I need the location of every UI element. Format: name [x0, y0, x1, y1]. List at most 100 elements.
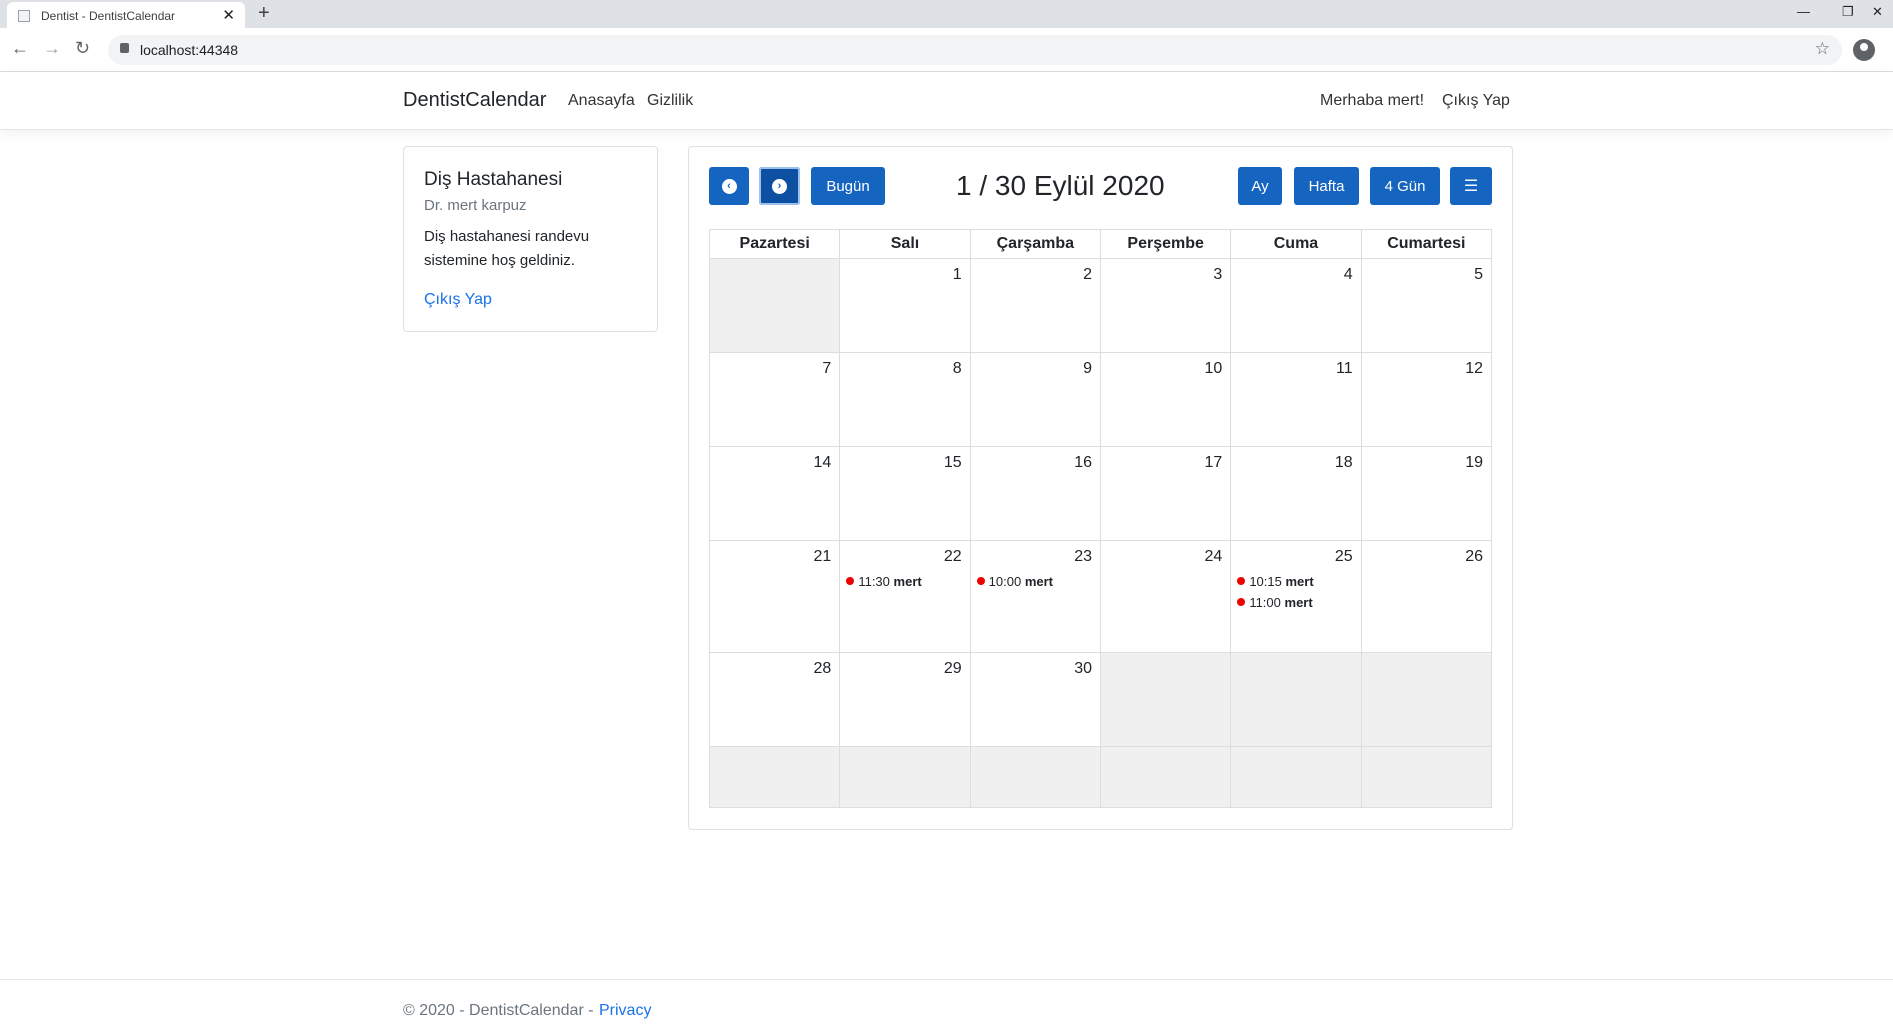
- window-close-icon[interactable]: ✕: [1872, 4, 1883, 20]
- day-cell[interactable]: [708, 258, 841, 353]
- today-button[interactable]: Bugün: [811, 167, 885, 205]
- day-cell[interactable]: [1230, 746, 1362, 808]
- doctor-name: Dr. mert karpuz: [424, 197, 527, 214]
- nav-link-gizlilik[interactable]: Gizlilik: [647, 92, 693, 110]
- greeting-link[interactable]: Merhaba mert!: [1320, 92, 1424, 110]
- day-number[interactable]: 30: [1074, 660, 1092, 678]
- day-cell[interactable]: [708, 746, 841, 808]
- address-bar[interactable]: localhost:44348 ☆: [108, 35, 1842, 65]
- welcome-text: Diş hastahanesi randevu sistemine hoş ge…: [424, 228, 590, 269]
- day-number[interactable]: 14: [814, 454, 832, 472]
- day-cell[interactable]: 21: [708, 540, 841, 653]
- day-cell[interactable]: 11: [1230, 352, 1362, 447]
- day-cell[interactable]: 4: [1230, 258, 1362, 353]
- day-cell[interactable]: 24: [1099, 540, 1232, 653]
- restore-icon[interactable]: ❐: [1842, 4, 1854, 20]
- day-cell[interactable]: 28: [708, 652, 841, 747]
- day-cell[interactable]: [1099, 652, 1232, 747]
- minimize-icon[interactable]: —: [1797, 4, 1810, 19]
- day-cell[interactable]: 17: [1099, 446, 1232, 541]
- day-number[interactable]: 9: [1083, 360, 1092, 378]
- privacy-link[interactable]: Privacy: [599, 1002, 651, 1020]
- day-number[interactable]: 4: [1344, 266, 1353, 284]
- day-cell[interactable]: 30: [969, 652, 1101, 747]
- day-cell[interactable]: 22 11:30 mert: [839, 540, 971, 653]
- calendar-event[interactable]: 10:15 mert: [1237, 574, 1314, 589]
- reload-icon[interactable]: ↻: [75, 38, 90, 59]
- new-tab-icon[interactable]: +: [258, 2, 270, 25]
- day-cell[interactable]: 14: [708, 446, 841, 541]
- day-number[interactable]: 17: [1205, 454, 1223, 472]
- day-cell[interactable]: 12: [1360, 352, 1493, 447]
- day-number[interactable]: 8: [953, 360, 962, 378]
- day-cell[interactable]: 9: [969, 352, 1101, 447]
- forward-icon[interactable]: →: [43, 38, 61, 59]
- day-cell[interactable]: 23 10:00 mert: [969, 540, 1101, 653]
- day-cell[interactable]: 29: [839, 652, 971, 747]
- view-month-button[interactable]: Ay: [1238, 167, 1282, 205]
- calendar-event[interactable]: 11:30 mert: [846, 574, 922, 589]
- back-icon[interactable]: ←: [11, 38, 29, 59]
- calendar-event[interactable]: 11:00 mert: [1237, 595, 1313, 610]
- day-cell[interactable]: 2: [969, 258, 1101, 353]
- day-number[interactable]: 7: [822, 360, 831, 378]
- day-cell[interactable]: 7: [708, 352, 841, 447]
- day-number[interactable]: 1: [953, 266, 962, 284]
- url-text: localhost:44348: [140, 42, 239, 58]
- event-title: mert: [1284, 595, 1313, 610]
- day-cell[interactable]: 3: [1099, 258, 1232, 353]
- day-cell[interactable]: 18: [1230, 446, 1362, 541]
- day-number[interactable]: 10: [1205, 360, 1223, 378]
- day-cell[interactable]: 19: [1360, 446, 1493, 541]
- day-cell[interactable]: 15: [839, 446, 971, 541]
- day-number[interactable]: 25: [1335, 548, 1353, 566]
- prev-button[interactable]: ‹: [709, 167, 749, 205]
- day-number[interactable]: 23: [1074, 548, 1092, 566]
- day-cell[interactable]: 1: [839, 258, 971, 353]
- view-week-button[interactable]: Hafta: [1294, 167, 1359, 205]
- day-cell[interactable]: [1099, 746, 1232, 808]
- day-number[interactable]: 18: [1335, 454, 1353, 472]
- close-tab-icon[interactable]: ✕: [222, 6, 235, 24]
- bookmark-star-icon[interactable]: ☆: [1815, 39, 1830, 59]
- day-number[interactable]: 11: [1336, 360, 1353, 378]
- day-number[interactable]: 5: [1474, 266, 1483, 284]
- site-navbar: DentistCalendar Anasayfa Gizlilik Merhab…: [0, 72, 1893, 130]
- day-header: Çarşamba: [969, 229, 1101, 259]
- browser-tab[interactable]: Dentist - DentistCalendar ✕: [7, 2, 245, 28]
- day-cell[interactable]: [1230, 652, 1362, 747]
- day-cell[interactable]: [839, 746, 971, 808]
- day-header: Cuma: [1230, 229, 1362, 259]
- day-number[interactable]: 21: [814, 548, 832, 566]
- day-header: Perşembe: [1099, 229, 1232, 259]
- day-cell[interactable]: 25 10:15 mert 11:00 mert: [1230, 540, 1362, 653]
- day-number[interactable]: 16: [1074, 454, 1092, 472]
- calendar-event[interactable]: 10:00 mert: [976, 574, 1053, 589]
- day-cell[interactable]: [1360, 746, 1493, 808]
- day-number[interactable]: 26: [1465, 548, 1483, 566]
- logout-link[interactable]: Çıkış Yap: [1442, 92, 1510, 110]
- list-view-button[interactable]: ☰: [1450, 167, 1492, 205]
- day-number[interactable]: 24: [1205, 548, 1223, 566]
- day-number[interactable]: 28: [814, 660, 832, 678]
- day-cell[interactable]: [969, 746, 1101, 808]
- brand-link[interactable]: DentistCalendar: [403, 89, 546, 112]
- day-number[interactable]: 15: [944, 454, 962, 472]
- day-number[interactable]: 22: [944, 548, 962, 566]
- day-cell[interactable]: 10: [1099, 352, 1232, 447]
- day-number[interactable]: 19: [1465, 454, 1483, 472]
- day-number[interactable]: 29: [944, 660, 962, 678]
- day-cell[interactable]: 26: [1360, 540, 1493, 653]
- day-cell[interactable]: 5: [1360, 258, 1493, 353]
- view-4day-button[interactable]: 4 Gün: [1370, 167, 1440, 205]
- profile-icon[interactable]: [1853, 39, 1875, 61]
- day-number[interactable]: 3: [1213, 266, 1222, 284]
- day-cell[interactable]: [1360, 652, 1493, 747]
- day-cell[interactable]: 8: [839, 352, 971, 447]
- day-number[interactable]: 2: [1083, 266, 1092, 284]
- day-number[interactable]: 12: [1465, 360, 1483, 378]
- nav-link-anasayfa[interactable]: Anasayfa: [568, 92, 635, 110]
- card-logout-link[interactable]: Çıkış Yap: [424, 291, 492, 309]
- next-button[interactable]: ›: [759, 167, 800, 205]
- day-cell[interactable]: 16: [969, 446, 1101, 541]
